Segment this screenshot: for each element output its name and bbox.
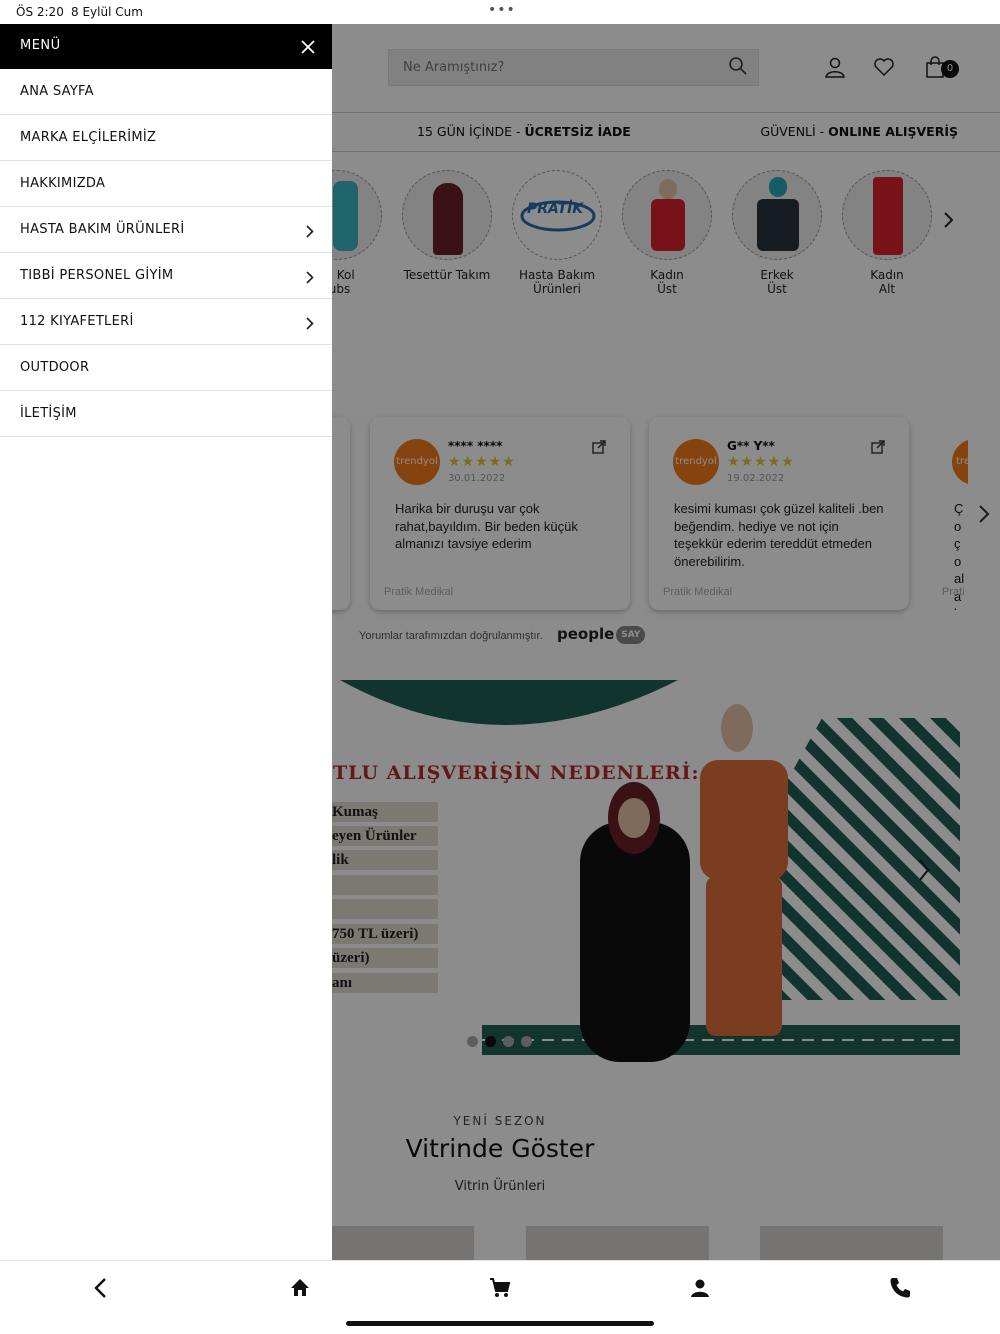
phone-icon[interactable] xyxy=(888,1276,912,1300)
menu-item-label: ANA SAYFA xyxy=(20,84,94,99)
menu-item-tibbi-personel-giyim[interactable]: TIBBİ PERSONEL GİYİM xyxy=(0,253,332,299)
menu-item-label: HAKKIMIZDA xyxy=(20,176,106,191)
menu-item-ana-sayfa[interactable]: ANA SAYFA xyxy=(0,69,332,115)
user-icon[interactable] xyxy=(688,1276,712,1300)
chevron-right-icon[interactable] xyxy=(306,269,314,288)
home-icon[interactable] xyxy=(288,1276,312,1300)
bottom-tab-bar xyxy=(0,1260,1000,1314)
back-icon[interactable] xyxy=(89,1276,113,1300)
menu-item-label: HASTA BAKIM ÜRÜNLERİ xyxy=(20,222,185,237)
home-indicator[interactable] xyxy=(346,1321,654,1326)
menu-item-112-kiyafetleri[interactable]: 112 KIYAFETLERİ xyxy=(0,299,332,345)
menu-header: MENÜ xyxy=(0,24,332,69)
chevron-right-icon[interactable] xyxy=(306,223,314,242)
status-bar: ÖS 2:20 8 Eylül Cum ••• xyxy=(0,0,1000,24)
menu-item-label: MARKA ELÇİLERİMİZ xyxy=(20,130,157,145)
menu-title: MENÜ xyxy=(20,38,61,53)
chevron-right-icon[interactable] xyxy=(306,315,314,334)
menu-item-marka-elcilerimiz[interactable]: MARKA ELÇİLERİMİZ xyxy=(0,115,332,161)
cart-icon[interactable] xyxy=(488,1276,512,1300)
menu-item-hakkimizda[interactable]: HAKKIMIZDA xyxy=(0,161,332,207)
menu-item-label: 112 KIYAFETLERİ xyxy=(20,314,134,329)
menu-item-label: TIBBİ PERSONEL GİYİM xyxy=(20,268,174,283)
multitask-dots[interactable]: ••• xyxy=(488,2,516,18)
menu-item-iletisim[interactable]: İLETİŞİM xyxy=(0,391,332,437)
menu-item-label: İLETİŞİM xyxy=(20,406,77,421)
status-time: ÖS 2:20 xyxy=(16,5,64,19)
close-icon[interactable] xyxy=(301,39,315,58)
side-menu-drawer: MENÜ ANA SAYFA MARKA ELÇİLERİMİZ HAKKIMI… xyxy=(0,24,332,1260)
menu-item-hasta-bakim-urunleri[interactable]: HASTA BAKIM ÜRÜNLERİ xyxy=(0,207,332,253)
menu-item-outdoor[interactable]: OUTDOOR xyxy=(0,345,332,391)
menu-item-label: OUTDOOR xyxy=(20,360,90,375)
status-date: 8 Eylül Cum xyxy=(71,5,143,19)
